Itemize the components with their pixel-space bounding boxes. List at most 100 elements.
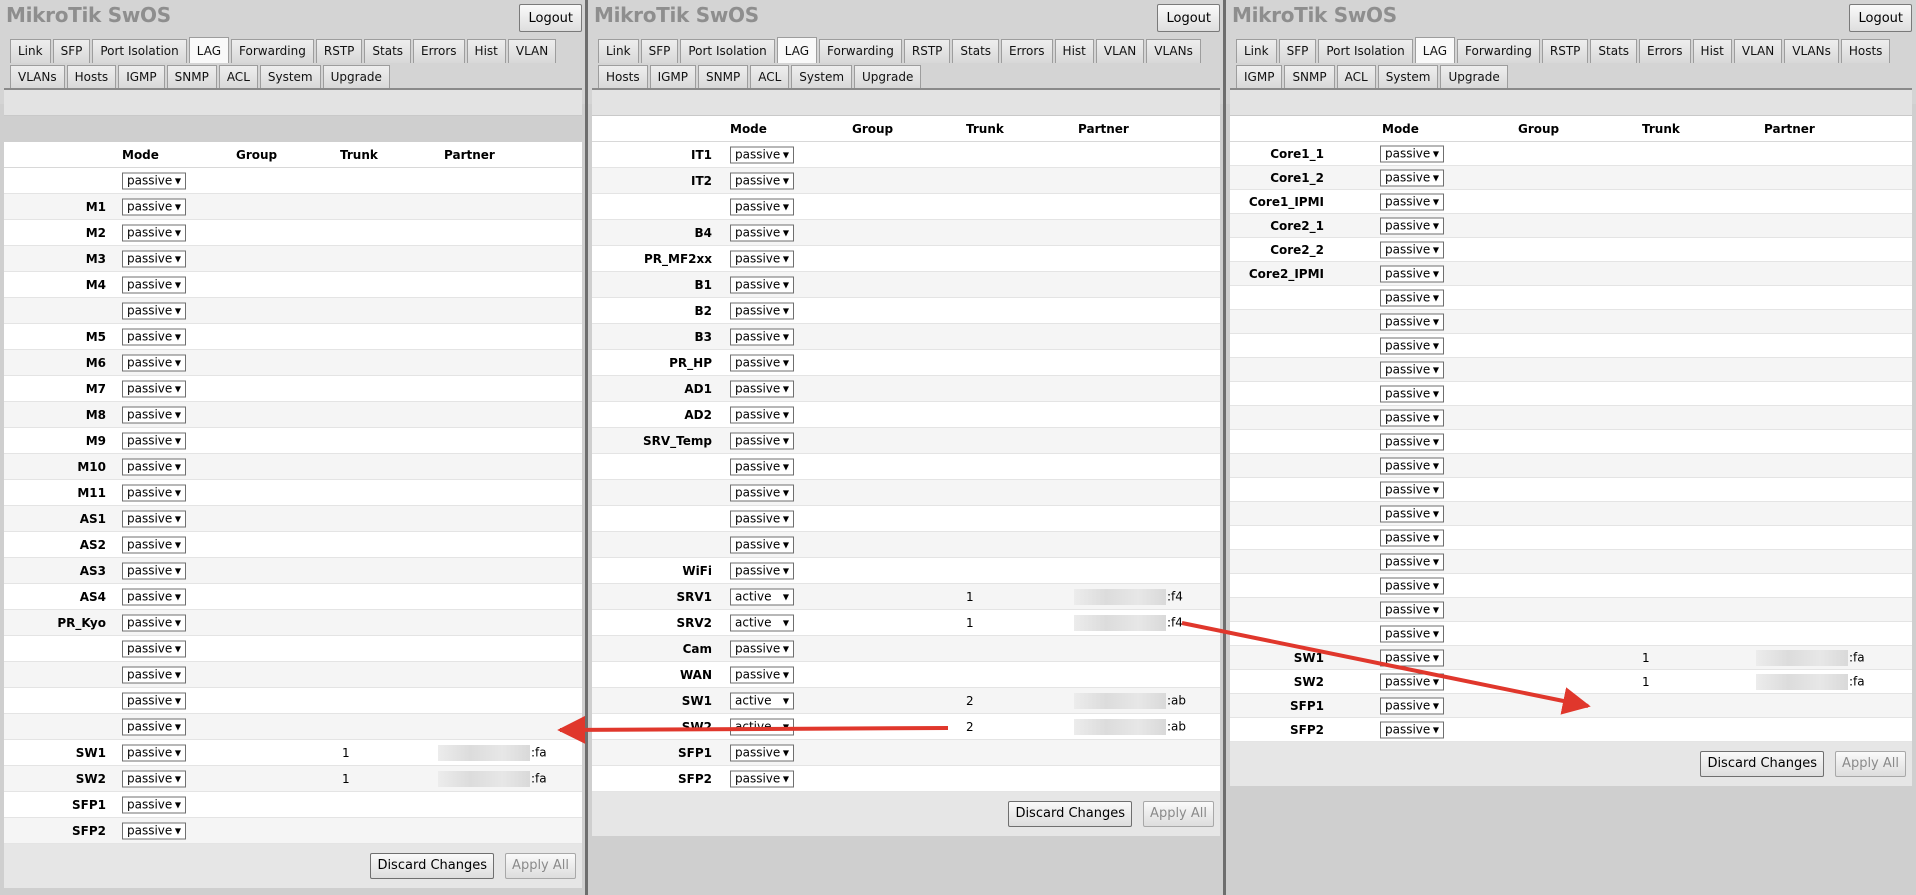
mode-select[interactable]: passive ▼ xyxy=(730,562,794,579)
mode-select[interactable]: passive ▼ xyxy=(1380,529,1444,546)
mode-select[interactable]: passive ▼ xyxy=(1380,649,1444,666)
logout-button[interactable]: Logout xyxy=(1849,4,1912,32)
mode-select[interactable]: passive ▼ xyxy=(1380,673,1444,690)
tab-link[interactable]: Link xyxy=(1236,39,1277,63)
mode-select[interactable]: passive ▼ xyxy=(730,380,794,397)
mode-select[interactable]: active ▼ xyxy=(730,692,794,709)
mode-select[interactable]: active ▼ xyxy=(730,718,794,735)
mode-select[interactable]: passive ▼ xyxy=(122,172,186,189)
mode-select[interactable]: passive ▼ xyxy=(1380,457,1444,474)
mode-select[interactable]: passive ▼ xyxy=(1380,385,1444,402)
tab-lag[interactable]: LAG xyxy=(1414,37,1456,63)
tab-stats[interactable]: Stats xyxy=(1590,39,1638,63)
tab-errors[interactable]: Errors xyxy=(1001,39,1053,63)
mode-select[interactable]: passive ▼ xyxy=(1380,601,1444,618)
mode-select[interactable]: passive ▼ xyxy=(122,770,186,787)
mode-select[interactable]: passive ▼ xyxy=(122,432,186,449)
tab-acl[interactable]: ACL xyxy=(218,65,258,89)
mode-select[interactable]: passive ▼ xyxy=(122,354,186,371)
apply-all-button[interactable]: Apply All xyxy=(1835,751,1906,777)
mode-select[interactable]: passive ▼ xyxy=(730,770,794,787)
mode-select[interactable]: passive ▼ xyxy=(730,666,794,683)
tab-sfp[interactable]: SFP xyxy=(1278,39,1317,63)
tab-acl[interactable]: ACL xyxy=(750,65,790,89)
mode-select[interactable]: passive ▼ xyxy=(122,744,186,761)
mode-select[interactable]: passive ▼ xyxy=(122,198,186,215)
mode-select[interactable]: passive ▼ xyxy=(730,328,794,345)
mode-select[interactable]: passive ▼ xyxy=(122,484,186,501)
tab-hist[interactable]: Hist xyxy=(1692,39,1732,63)
tab-acl[interactable]: ACL xyxy=(1336,65,1376,89)
mode-select[interactable]: passive ▼ xyxy=(730,224,794,241)
tab-system[interactable]: System xyxy=(259,65,321,89)
tab-upgrade[interactable]: Upgrade xyxy=(1440,65,1508,89)
tab-vlans[interactable]: VLANs xyxy=(10,65,65,89)
tab-snmp[interactable]: SNMP xyxy=(1284,65,1335,89)
mode-select[interactable]: passive ▼ xyxy=(122,588,186,605)
mode-select[interactable]: passive ▼ xyxy=(122,250,186,267)
mode-select[interactable]: passive ▼ xyxy=(730,146,794,163)
tab-sfp[interactable]: SFP xyxy=(52,39,91,63)
mode-select[interactable]: passive ▼ xyxy=(730,510,794,527)
mode-select[interactable]: passive ▼ xyxy=(730,406,794,423)
mode-select[interactable]: passive ▼ xyxy=(730,354,794,371)
tab-lag[interactable]: LAG xyxy=(776,37,818,63)
logout-button[interactable]: Logout xyxy=(1157,4,1220,32)
mode-select[interactable]: passive ▼ xyxy=(1380,409,1444,426)
discard-changes-button[interactable]: Discard Changes xyxy=(370,853,494,879)
tab-hist[interactable]: Hist xyxy=(466,39,506,63)
tab-upgrade[interactable]: Upgrade xyxy=(322,65,390,89)
mode-select[interactable]: passive ▼ xyxy=(1380,553,1444,570)
tab-vlan[interactable]: VLAN xyxy=(1733,39,1783,63)
mode-select[interactable]: passive ▼ xyxy=(730,432,794,449)
tab-forwarding[interactable]: Forwarding xyxy=(819,39,902,63)
mode-select[interactable]: passive ▼ xyxy=(122,796,186,813)
discard-changes-button[interactable]: Discard Changes xyxy=(1700,751,1824,777)
tab-snmp[interactable]: SNMP xyxy=(166,65,217,89)
mode-select[interactable]: passive ▼ xyxy=(1380,241,1444,258)
mode-select[interactable]: passive ▼ xyxy=(122,328,186,345)
tab-igmp[interactable]: IGMP xyxy=(649,65,697,89)
mode-select[interactable]: passive ▼ xyxy=(122,822,186,839)
tab-errors[interactable]: Errors xyxy=(1639,39,1691,63)
tab-vlans[interactable]: VLANs xyxy=(1146,39,1201,63)
tab-stats[interactable]: Stats xyxy=(364,39,412,63)
mode-select[interactable]: passive ▼ xyxy=(1380,697,1444,714)
tab-port-isolation[interactable]: Port Isolation xyxy=(680,39,775,63)
mode-select[interactable]: passive ▼ xyxy=(730,276,794,293)
tab-snmp[interactable]: SNMP xyxy=(698,65,749,89)
tab-forwarding[interactable]: Forwarding xyxy=(231,39,314,63)
mode-select[interactable]: active ▼ xyxy=(730,614,794,631)
mode-select[interactable]: passive ▼ xyxy=(1380,337,1444,354)
mode-select[interactable]: passive ▼ xyxy=(122,458,186,475)
mode-select[interactable]: passive ▼ xyxy=(122,536,186,553)
tab-link[interactable]: Link xyxy=(10,39,51,63)
mode-select[interactable]: passive ▼ xyxy=(1380,145,1444,162)
mode-select[interactable]: passive ▼ xyxy=(730,458,794,475)
mode-select[interactable]: passive ▼ xyxy=(1380,289,1444,306)
mode-select[interactable]: passive ▼ xyxy=(730,302,794,319)
mode-select[interactable]: passive ▼ xyxy=(122,692,186,709)
logout-button[interactable]: Logout xyxy=(519,4,582,32)
tab-port-isolation[interactable]: Port Isolation xyxy=(92,39,187,63)
tab-forwarding[interactable]: Forwarding xyxy=(1457,39,1540,63)
tab-vlans[interactable]: VLANs xyxy=(1784,39,1839,63)
mode-select[interactable]: passive ▼ xyxy=(730,198,794,215)
tab-rstp[interactable]: RSTP xyxy=(1541,39,1589,63)
mode-select[interactable]: passive ▼ xyxy=(1380,625,1444,642)
mode-select[interactable]: passive ▼ xyxy=(1380,313,1444,330)
mode-select[interactable]: passive ▼ xyxy=(1380,505,1444,522)
mode-select[interactable]: passive ▼ xyxy=(122,276,186,293)
tab-vlan[interactable]: VLAN xyxy=(507,39,557,63)
tab-lag[interactable]: LAG xyxy=(188,37,230,63)
tab-igmp[interactable]: IGMP xyxy=(1236,65,1283,89)
mode-select[interactable]: passive ▼ xyxy=(122,562,186,579)
mode-select[interactable]: active ▼ xyxy=(730,588,794,605)
tab-rstp[interactable]: RSTP xyxy=(315,39,363,63)
mode-select[interactable]: passive ▼ xyxy=(122,666,186,683)
tab-system[interactable]: System xyxy=(791,65,853,89)
tab-hosts[interactable]: Hosts xyxy=(1840,39,1891,63)
mode-select[interactable]: passive ▼ xyxy=(122,380,186,397)
mode-select[interactable]: passive ▼ xyxy=(122,640,186,657)
mode-select[interactable]: passive ▼ xyxy=(730,640,794,657)
